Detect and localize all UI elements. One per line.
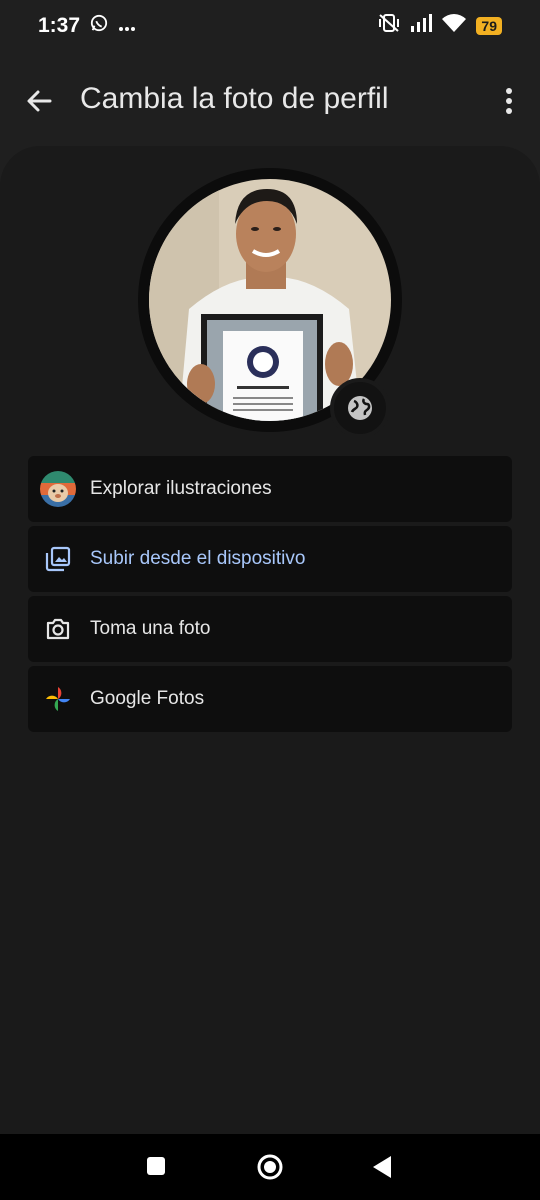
wifi-icon: [442, 14, 467, 38]
more-vert-icon[interactable]: [500, 86, 518, 116]
option-label: Google Fotos: [90, 688, 205, 709]
battery-icon: 79: [476, 17, 502, 35]
home-circle-icon[interactable]: [256, 1153, 284, 1186]
app-bar: Cambia la foto de perfil: [0, 72, 540, 128]
signal-icon: [410, 14, 433, 38]
globe-icon[interactable]: [330, 378, 390, 438]
more-dots-icon: [118, 15, 136, 38]
status-bar: 1:37 79: [0, 0, 540, 52]
option-google-photos[interactable]: Google Fotos: [28, 666, 512, 732]
google-photos-icon: [40, 681, 76, 717]
page-title: Cambia la foto de perfil: [80, 82, 389, 115]
status-right: 79: [378, 13, 502, 39]
back-triangle-icon[interactable]: [372, 1155, 392, 1184]
status-time: 1:37: [38, 14, 81, 37]
photo-library-icon: [40, 541, 76, 577]
option-label: Explorar ilustraciones: [90, 478, 272, 499]
illustration-avatar-icon: [40, 471, 76, 507]
camera-icon: [40, 611, 76, 647]
option-upload-device[interactable]: Subir desde el dispositivo: [28, 526, 512, 592]
whatsapp-icon: [90, 14, 108, 38]
arrow-back-icon[interactable]: [24, 86, 54, 116]
option-explore-illustrations[interactable]: Explorar ilustraciones: [28, 456, 512, 522]
mute-vibrate-icon: [378, 13, 400, 39]
system-nav-bar: [0, 1134, 540, 1200]
option-take-photo[interactable]: Toma una foto: [28, 596, 512, 662]
option-label: Subir desde el dispositivo: [90, 548, 306, 569]
status-left: 1:37: [38, 14, 136, 38]
option-label: Toma una foto: [90, 618, 211, 639]
recents-square-icon[interactable]: [146, 1156, 166, 1181]
option-list: Explorar ilustraciones Subir desde el di…: [28, 456, 512, 736]
